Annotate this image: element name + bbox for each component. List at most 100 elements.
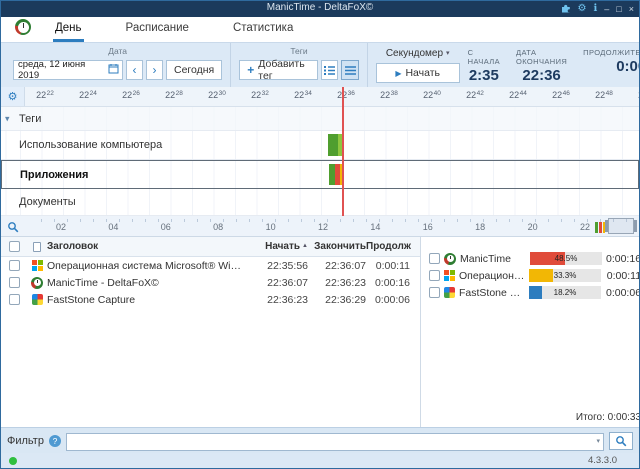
calendar-icon[interactable] xyxy=(108,63,119,77)
stat-block: ПРОДОЛЖИТЕЛЬНОСТЬ0:00 xyxy=(583,48,640,87)
plugins-puzzle-icon[interactable] xyxy=(561,3,571,16)
tracking-status-dot xyxy=(9,457,17,465)
filter-dropdown-chevron-icon[interactable]: ▾ xyxy=(596,437,600,445)
table-body: Операционная система Microsoft® Windows®… xyxy=(1,257,420,308)
timeline-row[interactable]: Документы xyxy=(1,189,639,216)
close-button[interactable]: × xyxy=(629,5,634,14)
next-day-button[interactable]: › xyxy=(146,60,163,80)
tab[interactable]: Статистика xyxy=(231,17,295,42)
column-header-title[interactable]: Заголовок xyxy=(47,241,250,252)
faststone-icon xyxy=(32,294,43,305)
filter-search-button[interactable] xyxy=(609,432,633,450)
overview-hour-label: 14 xyxy=(370,222,380,232)
timeline-tick: 2242 xyxy=(466,90,484,100)
date-input[interactable]: среда, 12 июня 2019 xyxy=(13,60,123,80)
column-header-duration[interactable]: Продолж xyxy=(366,241,420,252)
table-row[interactable]: Операционная система Microsoft® Windows®… xyxy=(1,257,420,274)
column-header-end[interactable]: Закончить xyxy=(308,241,366,252)
help-icon[interactable]: ? xyxy=(49,435,61,447)
today-button[interactable]: Сегодня xyxy=(166,60,222,80)
tag-timeline-view-button[interactable] xyxy=(341,60,358,80)
timeline-tick: 2232 xyxy=(251,90,269,100)
start-button[interactable]: ▶ Начать xyxy=(376,63,460,83)
row-checkbox[interactable] xyxy=(429,287,440,298)
timeline-tick: 2234 xyxy=(294,90,312,100)
overview-strip[interactable]: 0204060810121416182022 xyxy=(1,216,639,237)
table-row[interactable]: FastStone Capture22:36:2322:36:290:00:06 xyxy=(1,291,420,308)
stopwatch-group: Секундомер ▾ ▶ Начать xyxy=(367,43,468,87)
usage-bar: 48.5% xyxy=(530,252,602,265)
content: Заголовок Начать▲ Закончить Продолж Опер… xyxy=(1,237,639,427)
timeline-row[interactable]: Приложения xyxy=(1,160,639,189)
row-checkbox[interactable] xyxy=(429,253,440,264)
summary-duration: 0:00:16 xyxy=(606,253,640,265)
overview-hour-label: 04 xyxy=(108,222,118,232)
stopwatch-dropdown[interactable]: Секундомер ▾ xyxy=(386,46,450,60)
tags-group: Теги + Добавить тег xyxy=(230,43,366,87)
row-start-time: 22:36:07 xyxy=(250,277,308,289)
select-all-checkbox[interactable] xyxy=(9,241,20,252)
timeline-settings-gear-icon[interactable]: ⚙ xyxy=(1,87,25,106)
minimize-button[interactable]: – xyxy=(604,5,609,14)
timeline-row[interactable]: Использование компьютера xyxy=(1,131,639,160)
stat-value: 0:00 xyxy=(616,58,640,75)
maximize-button[interactable]: □ xyxy=(616,5,621,14)
windows-icon xyxy=(444,270,455,281)
timeline-tick: 2224 xyxy=(79,90,97,100)
document-icon xyxy=(33,242,41,252)
table-header: Заголовок Начать▲ Закончить Продолж xyxy=(1,237,420,257)
activity-segment xyxy=(328,134,338,156)
row-checkbox[interactable] xyxy=(429,270,440,281)
status-bar: 4.3.3.0 xyxy=(1,453,639,468)
prev-day-button[interactable]: ‹ xyxy=(126,60,143,80)
timeline-rows: ▾ТегиИспользование компьютераПриложенияД… xyxy=(1,107,639,216)
row-checkbox[interactable] xyxy=(9,277,20,288)
tag-list-view-button[interactable] xyxy=(321,60,338,80)
tab[interactable]: Расписание xyxy=(124,17,191,42)
summary-row[interactable]: Операционная33.3%0:00:11 xyxy=(421,267,640,284)
usage-bar: 33.3% xyxy=(529,269,601,282)
summary-label: FastStone Captu xyxy=(459,287,525,299)
row-checkbox[interactable] xyxy=(9,260,20,271)
filter-input[interactable] xyxy=(66,433,604,451)
summary-total: Итого: 0:00:33 xyxy=(421,408,640,427)
window-title: ManicTime - DeltaFoX© xyxy=(1,2,639,13)
table-row[interactable]: ManicTime - DeltaFoX©22:36:0722:36:230:0… xyxy=(1,274,420,291)
column-header-start[interactable]: Начать▲ xyxy=(250,241,308,252)
stat-label: ДАТА ОКОНЧАНИЯ xyxy=(516,48,567,66)
play-icon: ▶ xyxy=(395,69,401,78)
overview-hour-label: 22 xyxy=(580,222,590,232)
row-duration: 0:00:11 xyxy=(366,260,420,272)
timeline-row[interactable]: ▾Теги xyxy=(1,107,639,131)
overview-ruler xyxy=(41,219,631,222)
summary-pane: ManicTime48.5%0:00:16Операционная33.3%0:… xyxy=(421,237,640,427)
summary-row[interactable]: ManicTime48.5%0:00:16 xyxy=(421,250,640,267)
summary-row[interactable]: FastStone Captu18.2%0:00:06 xyxy=(421,284,640,301)
row-checkbox[interactable] xyxy=(9,294,20,305)
titlebar: ManicTime - DeltaFoX© ⚙ ℹ – □ × xyxy=(1,1,639,17)
chevron-down-icon[interactable]: ▾ xyxy=(5,113,10,124)
overview-selection[interactable] xyxy=(608,218,634,234)
summary-duration: 0:00:06 xyxy=(605,287,640,299)
row-start-time: 22:36:23 xyxy=(250,294,308,306)
tab-bar: День Расписание Статистика xyxy=(1,17,639,42)
add-tag-button[interactable]: + Добавить тег xyxy=(239,60,318,80)
info-icon[interactable]: ℹ xyxy=(593,4,597,14)
timeline-header: ⚙ 22222224222622282230223222342236223822… xyxy=(1,87,639,107)
settings-gear-icon[interactable]: ⚙ xyxy=(578,4,587,14)
tab[interactable]: День xyxy=(53,17,84,42)
row-title: Операционная система Microsoft® Windows® xyxy=(47,260,250,272)
manictime-icon xyxy=(444,253,456,265)
usage-percent: 48.5% xyxy=(530,254,602,263)
zoom-magnifier-icon[interactable] xyxy=(7,220,19,238)
overview-activity-segment xyxy=(595,222,598,233)
timeline-tick: 2226 xyxy=(122,90,140,100)
filter-label: Фильтр xyxy=(7,435,44,447)
timeline-tick: 2236 xyxy=(337,90,355,100)
overview-hour-label: 18 xyxy=(475,222,485,232)
titlebar-icons: ⚙ ℹ – □ × xyxy=(561,1,635,17)
timeline-tick: 2248 xyxy=(595,90,613,100)
timeline-tick: 2238 xyxy=(380,90,398,100)
timeline-tick: 2228 xyxy=(165,90,183,100)
current-time-cursor xyxy=(342,87,344,216)
